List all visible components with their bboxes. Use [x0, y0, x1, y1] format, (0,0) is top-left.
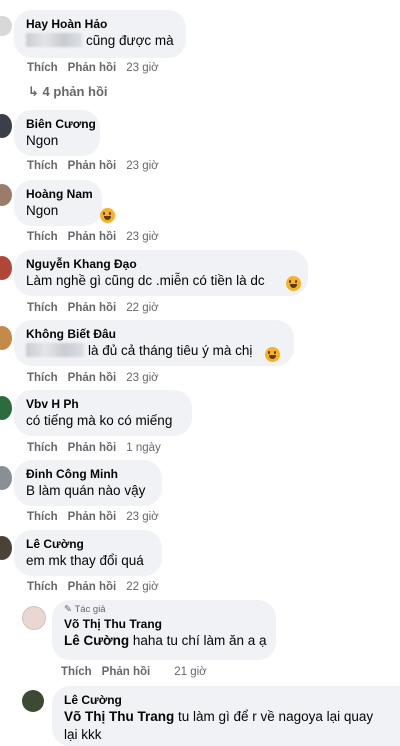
comment-text-content: tu làm gì để r về nagoya lại quay	[178, 709, 374, 724]
avatar[interactable]	[0, 326, 12, 350]
comment-bubble: Lê Cường em mk thay đổi quá	[14, 530, 162, 576]
reply-button[interactable]: Phản hồi	[68, 231, 117, 243]
like-button[interactable]: Thích	[27, 231, 58, 243]
timestamp[interactable]: 23 giờ	[126, 62, 158, 74]
comment-actions: Thích Phản hồi 22 giờ	[27, 302, 159, 314]
timestamp[interactable]: 21 giờ	[174, 666, 206, 678]
reply-button[interactable]: Phản hồi	[68, 511, 117, 523]
avatar[interactable]	[0, 256, 12, 280]
avatar[interactable]	[0, 114, 12, 138]
comment-bubble: Vbv H Ph có tiếng mà ko có miếng	[14, 390, 192, 436]
like-button[interactable]: Thích	[27, 581, 58, 593]
comment-bubble: Hay Hoàn Hảo cũng được mà	[14, 10, 186, 58]
comment-actions: Thích Phản hồi 23 giờ	[27, 62, 159, 74]
avatar[interactable]	[22, 690, 44, 712]
avatar[interactable]	[22, 606, 46, 630]
reply-button[interactable]: Phản hồi	[68, 160, 117, 172]
comment-bubble: Đinh Công Minh B làm quán nào vậy	[14, 460, 162, 506]
smiling-emoji-icon	[265, 347, 280, 362]
timestamp[interactable]: 23 giờ	[126, 372, 158, 384]
comment-text: B làm quán nào vậy	[26, 483, 146, 498]
avatar[interactable]	[0, 16, 12, 36]
timestamp[interactable]: 23 giờ	[126, 231, 158, 243]
comment-bubble: Hoàng Nam Ngon	[14, 180, 102, 226]
comment-text: Làm nghề gì cũng dc .miễn có tiền là dc	[26, 272, 296, 290]
timestamp[interactable]: 22 giờ	[126, 302, 158, 314]
view-replies-label: 4 phản hồi	[42, 84, 108, 99]
like-button[interactable]: Thích	[27, 302, 58, 314]
commenter-name[interactable]: Lê Cường	[26, 536, 150, 552]
commenter-name[interactable]: Đinh Công Minh	[26, 466, 150, 482]
comment-actions: Thích Phản hồi 23 giờ	[27, 160, 159, 172]
commenter-name[interactable]: Nguyễn Khang Đạo	[26, 256, 296, 272]
like-button[interactable]: Thích	[27, 372, 58, 384]
comment-actions: Thích Phản hồi 1 ngày	[27, 442, 161, 454]
reply-button[interactable]: Phản hồi	[68, 442, 117, 454]
mention-link[interactable]: Lê Cường	[64, 633, 129, 648]
commenter-name[interactable]: Hay Hoàn Hảo	[26, 16, 174, 32]
reply-button[interactable]: Phản hồi	[68, 302, 117, 314]
timestamp[interactable]: 23 giờ	[126, 160, 158, 172]
avatar[interactable]	[0, 184, 12, 206]
comment-text: có tiếng mà ko có miếng	[26, 413, 173, 428]
author-badge-label: Tác giả	[74, 604, 106, 615]
timestamp[interactable]: 22 giờ	[126, 581, 158, 593]
reply-button[interactable]: Phản hồi	[68, 372, 117, 384]
avatar[interactable]	[0, 466, 12, 490]
like-button[interactable]: Thích	[27, 511, 58, 523]
comment-text-content: là đủ cả tháng tiêu ý mà chị	[88, 343, 253, 358]
comment-text-content: Làm nghề gì cũng dc .miễn có tiền là dc	[26, 273, 265, 288]
comment-bubble: Biên Cương Ngon	[14, 110, 100, 156]
reply-arrow-icon: ↳	[28, 84, 39, 99]
like-button[interactable]: Thích	[61, 666, 92, 678]
comment-actions: Thích Phản hồi 21 giờ	[61, 666, 207, 678]
comment-text-continued: lại kkk	[64, 727, 102, 742]
commenter-name[interactable]: Không Biết Đâu	[26, 326, 282, 342]
avatar[interactable]	[0, 536, 12, 560]
like-button[interactable]: Thích	[27, 160, 58, 172]
comment-text: Lê Cường haha tu chí làm ăn a ạ	[64, 632, 267, 650]
comment-actions: Thích Phản hồi 23 giờ	[27, 511, 159, 523]
comment-actions: Thích Phản hồi 22 giờ	[27, 581, 159, 593]
comment-text: Ngon	[26, 203, 59, 218]
mention-link[interactable]: Võ Thị Thu Trang	[64, 709, 174, 724]
comment-text: Võ Thị Thu Trang tu làm gì để r về nagoy…	[64, 708, 388, 726]
avatar[interactable]	[0, 396, 12, 420]
pencil-icon: ✎	[64, 604, 72, 615]
reply-button[interactable]: Phản hồi	[68, 581, 117, 593]
laughing-emoji-icon	[100, 208, 115, 223]
reply-button[interactable]: Phản hồi	[68, 62, 117, 74]
comment-text: Ngon	[26, 133, 59, 148]
comment-text: là đủ cả tháng tiêu ý mà chị	[26, 342, 282, 360]
comment-text: em mk thay đổi quá	[26, 553, 144, 568]
blurred-mention	[26, 33, 82, 47]
like-button[interactable]: Thích	[27, 62, 58, 74]
comment-actions: Thích Phản hồi 23 giờ	[27, 231, 159, 243]
author-badge: ✎ Tác giả	[64, 604, 264, 616]
comment-text-content: haha tu chí làm ăn a ạ	[132, 633, 267, 648]
blurred-mention	[26, 343, 84, 357]
comment-bubble: Lê Cường Võ Thị Thu Trang tu làm gì để r…	[52, 686, 400, 746]
comment-text-content: cũng được mà	[86, 33, 174, 48]
reply-button[interactable]: Phản hồi	[102, 666, 151, 678]
comment-bubble: Không Biết Đâu là đủ cả tháng tiêu ý mà …	[14, 320, 294, 366]
comment-bubble: ✎ Tác giả Võ Thị Thu Trang Lê Cường haha…	[52, 600, 276, 660]
comment-bubble: Nguyễn Khang Đạo Làm nghề gì cũng dc .mi…	[14, 250, 308, 296]
commenter-name[interactable]: Lê Cường	[64, 692, 388, 708]
like-button[interactable]: Thích	[27, 442, 58, 454]
commenter-name[interactable]: Võ Thị Thu Trang	[64, 616, 264, 632]
comment-text: cũng được mà	[26, 32, 174, 50]
timestamp[interactable]: 23 giờ	[126, 511, 158, 523]
timestamp[interactable]: 1 ngày	[126, 442, 161, 454]
commenter-name[interactable]: Hoàng Nam	[26, 186, 93, 202]
laughing-emoji-icon	[286, 276, 301, 291]
view-replies-link[interactable]: ↳ 4 phản hồi	[28, 84, 108, 100]
commenter-name[interactable]: Biên Cương	[26, 116, 96, 132]
commenter-name[interactable]: Vbv H Ph	[26, 396, 180, 412]
comment-actions: Thích Phản hồi 23 giờ	[27, 372, 159, 384]
